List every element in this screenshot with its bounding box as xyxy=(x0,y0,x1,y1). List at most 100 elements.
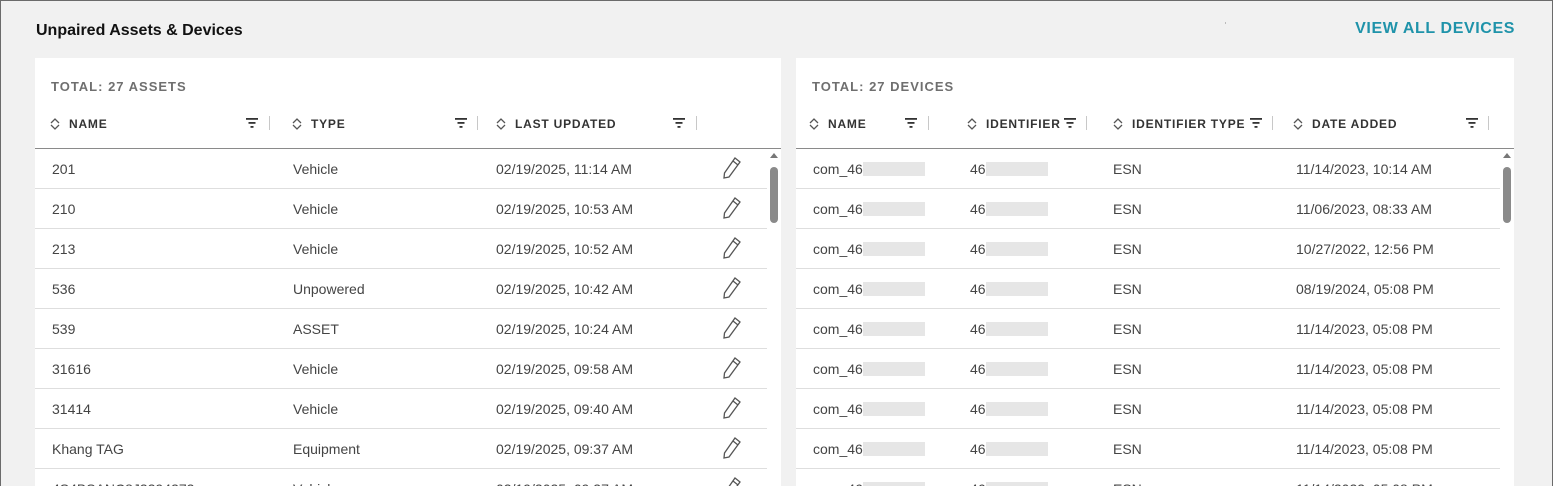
table-row[interactable]: 31616 Vehicle 02/19/2025, 09:58 AM xyxy=(35,349,767,389)
filter-icon[interactable] xyxy=(1064,118,1076,128)
filter-icon[interactable] xyxy=(1466,118,1478,128)
table-row[interactable]: com_46 46 ESN 11/14/2023, 05:08 PM xyxy=(796,389,1500,429)
redaction-mask xyxy=(862,201,925,216)
column-divider[interactable] xyxy=(696,116,697,130)
table-row[interactable]: 536 Unpowered 02/19/2025, 10:42 AM xyxy=(35,269,767,309)
asset-type: Vehicle xyxy=(293,160,339,177)
pencil-icon[interactable] xyxy=(721,236,743,260)
scroll-thumb[interactable] xyxy=(1503,167,1511,223)
table-row[interactable]: com_46 46 ESN 11/14/2023, 05:08 PM xyxy=(796,349,1500,389)
pencil-icon[interactable] xyxy=(721,196,743,220)
column-header-name[interactable]: NAME xyxy=(49,112,108,136)
sort-icon[interactable] xyxy=(49,117,61,131)
device-name: com_46 xyxy=(813,189,925,228)
device-name: com_46 xyxy=(813,149,925,188)
column-label: NAME xyxy=(69,117,108,131)
sort-icon[interactable] xyxy=(808,117,820,131)
device-name-text: com_46 xyxy=(813,280,863,297)
table-row[interactable]: 4S4BSANC8J3394372 Vehicle 02/19/2025, 09… xyxy=(35,469,767,486)
asset-name: 4S4BSANC8J3394372 xyxy=(52,469,194,486)
pencil-icon[interactable] xyxy=(721,476,743,486)
table-row[interactable]: 31414 Vehicle 02/19/2025, 09:40 AM xyxy=(35,389,767,429)
table-row[interactable]: 539 ASSET 02/19/2025, 10:24 AM xyxy=(35,309,767,349)
asset-last-updated: 02/19/2025, 10:53 AM xyxy=(496,200,633,217)
devices-table-body: com_46 46 ESN 11/14/2023, 10:14 AM com_4… xyxy=(796,149,1500,486)
sort-icon[interactable] xyxy=(291,117,303,131)
column-header-last-updated[interactable]: LAST UPDATED xyxy=(495,112,616,136)
column-divider[interactable] xyxy=(928,116,929,130)
device-name: com_46 xyxy=(813,269,925,308)
pencil-icon[interactable] xyxy=(721,436,743,460)
device-identifier-text: 46 xyxy=(970,280,986,297)
table-row[interactable]: 210 Vehicle 02/19/2025, 10:53 AM xyxy=(35,189,767,229)
device-date-added: 11/06/2023, 08:33 AM xyxy=(1296,200,1432,217)
assets-scrollbar[interactable] xyxy=(767,149,781,486)
table-row[interactable]: com_46 46 ESN 11/14/2023, 10:14 AM xyxy=(796,149,1500,189)
pencil-icon[interactable] xyxy=(721,356,743,380)
table-row[interactable]: com_46 46 ESN 11/14/2023, 05:08 PM xyxy=(796,469,1500,486)
table-row[interactable]: com_46 46 ESN 11/14/2023, 05:08 PM xyxy=(796,309,1500,349)
asset-name: 31616 xyxy=(52,360,91,377)
table-row[interactable]: 213 Vehicle 02/19/2025, 10:52 AM xyxy=(35,229,767,269)
asset-name: 213 xyxy=(52,240,76,257)
filter-icon[interactable] xyxy=(1250,118,1262,128)
column-divider[interactable] xyxy=(1488,116,1489,130)
scroll-up-arrow-icon[interactable] xyxy=(1503,153,1511,158)
device-name-text: com_46 xyxy=(813,360,863,377)
column-header-date-added[interactable]: DATE ADDED xyxy=(1292,112,1397,136)
sort-icon[interactable] xyxy=(966,117,978,131)
device-name-text: com_46 xyxy=(813,200,863,217)
pencil-icon[interactable] xyxy=(721,396,743,420)
asset-type: Vehicle xyxy=(293,200,339,217)
redaction-mask xyxy=(985,201,1048,216)
assets-table-body: 201 Vehicle 02/19/2025, 11:14 AM 210 Veh… xyxy=(35,149,767,486)
table-row[interactable]: com_46 46 ESN 11/14/2023, 05:08 PM xyxy=(796,429,1500,469)
asset-last-updated: 02/19/2025, 10:24 AM xyxy=(496,320,633,337)
pencil-icon[interactable] xyxy=(721,156,743,180)
device-date-added: 11/14/2023, 05:08 PM xyxy=(1296,400,1433,417)
device-identifier: 46 xyxy=(970,389,1048,428)
sort-icon[interactable] xyxy=(1292,117,1304,131)
redaction-mask xyxy=(862,281,925,296)
device-identifier: 46 xyxy=(970,349,1048,388)
view-all-devices-link[interactable]: VIEW ALL DEVICES xyxy=(1355,20,1515,38)
column-label: IDENTIFIER TYPE xyxy=(1132,117,1246,131)
table-row[interactable]: com_46 46 ESN 11/06/2023, 08:33 AM xyxy=(796,189,1500,229)
device-identifier-type: ESN xyxy=(1113,160,1142,177)
sort-icon[interactable] xyxy=(495,117,507,131)
scroll-up-arrow-icon[interactable] xyxy=(770,153,778,158)
filter-icon[interactable] xyxy=(246,118,258,128)
column-divider[interactable] xyxy=(477,116,478,130)
filter-icon[interactable] xyxy=(455,118,467,128)
asset-name: 31414 xyxy=(52,400,91,417)
pencil-icon[interactable] xyxy=(721,316,743,340)
column-header-identifier[interactable]: IDENTIFIER xyxy=(966,112,1061,136)
asset-type: Vehicle xyxy=(293,360,339,377)
sort-icon[interactable] xyxy=(1112,117,1124,131)
device-identifier-text: 46 xyxy=(970,440,986,457)
devices-scrollbar[interactable] xyxy=(1500,149,1514,486)
redaction-mask xyxy=(985,161,1048,176)
column-header-name[interactable]: NAME xyxy=(808,112,867,136)
device-identifier-text: 46 xyxy=(970,400,986,417)
column-label: LAST UPDATED xyxy=(515,117,617,131)
table-row[interactable]: Khang TAG Equipment 02/19/2025, 09:37 AM xyxy=(35,429,767,469)
pencil-icon[interactable] xyxy=(721,276,743,300)
redaction-mask xyxy=(862,361,925,376)
table-row[interactable]: 201 Vehicle 02/19/2025, 11:14 AM xyxy=(35,149,767,189)
scroll-thumb[interactable] xyxy=(770,167,778,223)
table-row[interactable]: com_46 46 ESN 10/27/2022, 12:56 PM xyxy=(796,229,1500,269)
device-name: com_46 xyxy=(813,389,925,428)
asset-type: Vehicle xyxy=(293,469,338,486)
device-date-added: 11/14/2023, 05:08 PM xyxy=(1296,320,1433,337)
filter-icon[interactable] xyxy=(673,118,685,128)
device-identifier-text: 46 xyxy=(970,160,986,177)
column-divider[interactable] xyxy=(269,116,270,130)
column-header-identifier-type[interactable]: IDENTIFIER TYPE xyxy=(1112,112,1245,136)
column-divider[interactable] xyxy=(1272,116,1273,130)
column-divider[interactable] xyxy=(1086,116,1087,130)
asset-last-updated: 02/19/2025, 09:58 AM xyxy=(496,360,633,377)
column-header-type[interactable]: TYPE xyxy=(291,112,346,136)
table-row[interactable]: com_46 46 ESN 08/19/2024, 05:08 PM xyxy=(796,269,1500,309)
filter-icon[interactable] xyxy=(905,118,917,128)
